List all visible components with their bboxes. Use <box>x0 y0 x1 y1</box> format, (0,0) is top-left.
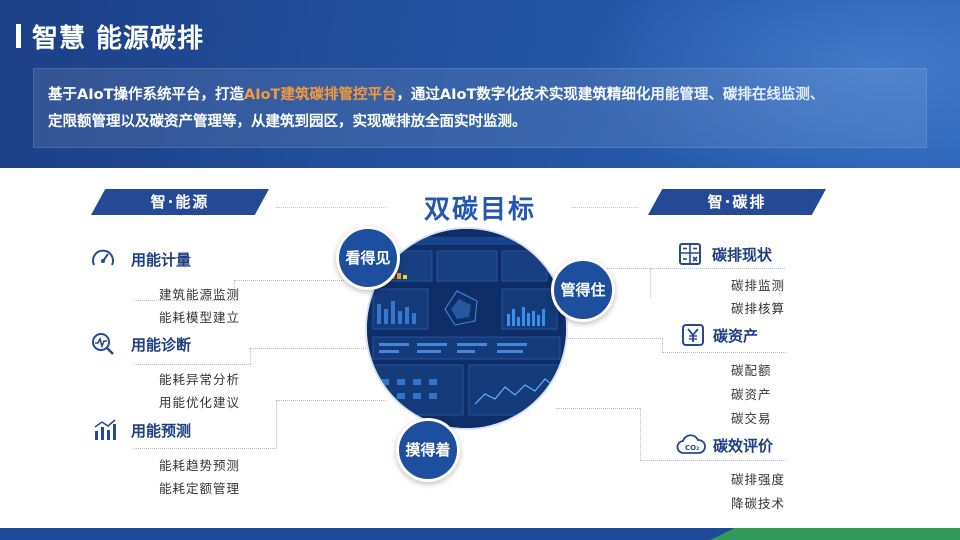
sub-item: 碳配额 <box>731 363 772 378</box>
connector-line <box>566 338 663 339</box>
bubble-manageable: 管得住 <box>551 258 615 322</box>
bar-trend-icon <box>92 417 118 443</box>
connector-line <box>640 408 641 460</box>
sub-item: 碳交易 <box>731 411 772 426</box>
category-carbon-assets: 碳资产 <box>713 327 759 345</box>
sub-item: 碳资产 <box>731 387 772 402</box>
intro-line2: 定限额管理以及碳资产管理等，从建筑到园区，实现碳排放全面实时监测。 <box>48 114 527 130</box>
gauge-icon <box>90 246 116 272</box>
sub-item: 建筑能源监测 <box>159 287 241 302</box>
divider-left <box>276 207 386 208</box>
right-section-banner: 智·碳排 <box>648 189 826 215</box>
sub-item: 碳排强度 <box>731 472 786 487</box>
sub-item: 能耗定额管理 <box>159 481 241 496</box>
connector-line <box>276 400 277 448</box>
connector-line <box>662 352 786 353</box>
sub-item: 碳排监测 <box>731 278 786 293</box>
bubble-tangible: 摸得着 <box>396 418 460 482</box>
connector-line <box>662 338 663 352</box>
intro-highlight: AIoT建筑碳排管控平台 <box>243 87 397 103</box>
connector-line <box>650 268 785 269</box>
footer-accent <box>710 528 960 540</box>
calculator-icon <box>677 241 703 267</box>
category-energy-forecast: 用能预测 <box>131 422 192 440</box>
footer-band <box>0 528 960 540</box>
divider-right <box>572 207 638 208</box>
bubble-visible: 看得见 <box>336 226 400 290</box>
intro-text: 基于AIoT操作系统平台，打造AIoT建筑碳排管控平台，通过AIoT数字化技术实… <box>33 68 927 148</box>
title-accent-bar <box>16 24 21 48</box>
sub-item: 能耗异常分析 <box>159 372 241 387</box>
right-banner-label: 智·碳排 <box>707 193 767 211</box>
connector-line <box>134 364 251 365</box>
connector-line <box>250 348 251 364</box>
svg-text:CO₂: CO₂ <box>685 444 699 452</box>
category-carbon-evaluation: 碳效评价 <box>713 437 774 455</box>
yen-icon <box>680 322 706 348</box>
connector-line <box>650 268 651 298</box>
center-title: 双碳目标 <box>423 195 536 225</box>
sub-item: 用能优化建议 <box>159 395 241 410</box>
category-carbon-status: 碳排现状 <box>712 246 773 264</box>
intro-part1: 基于AIoT操作系统平台，打造 <box>48 87 244 103</box>
connector-line <box>250 348 368 349</box>
sub-item: 能耗模型建立 <box>159 310 241 325</box>
category-energy-metering: 用能计量 <box>131 251 192 269</box>
connector-line <box>556 408 640 409</box>
intro-part2: ，通过AIoT数字化技术实现建筑精细化用能管理、碳排在线监测、 <box>396 87 825 103</box>
sub-item: 能耗趋势预测 <box>159 458 241 473</box>
sub-item: 降碳技术 <box>731 496 786 511</box>
left-banner-label: 智·能源 <box>150 193 210 211</box>
left-section-banner: 智·能源 <box>91 189 269 215</box>
category-energy-diagnosis: 用能诊断 <box>131 336 192 354</box>
header-banner: 智慧 能源碳排 基于AIoT操作系统平台，打造AIoT建筑碳排管控平台，通过AI… <box>0 0 960 168</box>
diagnosis-icon <box>90 331 116 357</box>
page-title: 智慧 能源碳排 <box>32 24 205 54</box>
co2-cloud-icon: CO₂ <box>676 432 706 458</box>
sub-item: 碳排核算 <box>731 301 786 316</box>
connector-line <box>134 448 277 449</box>
connector-line <box>640 460 786 461</box>
